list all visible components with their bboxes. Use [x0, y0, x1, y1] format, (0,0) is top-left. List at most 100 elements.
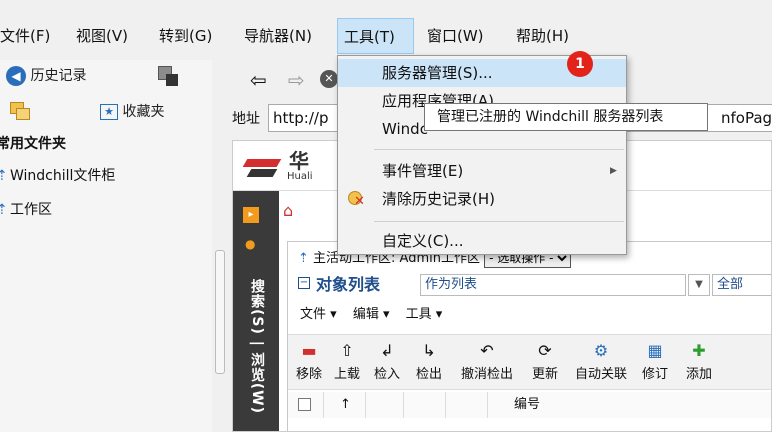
brand-cn: 华 — [289, 149, 309, 173]
select-all-cell — [288, 392, 324, 418]
menu-separator — [374, 221, 624, 222]
splitter-grip[interactable] — [215, 250, 225, 374]
menu-file-actions[interactable]: 文件 ▾ — [300, 307, 337, 322]
menu-window[interactable]: 窗口(W) — [421, 18, 490, 54]
workspace-icon: ⇡ — [0, 202, 8, 218]
step-badge: 1 — [567, 51, 593, 77]
address-value: http://p — [273, 109, 329, 127]
add-button[interactable]: ✚ 添加 — [682, 339, 716, 382]
upload-label: 上载 — [333, 367, 360, 382]
checkin-icon: ↲ — [380, 341, 394, 360]
menu-item-event-management[interactable]: 事件管理(E) ▶ — [338, 157, 626, 185]
column — [446, 392, 488, 418]
history-icon: ◀ — [6, 66, 26, 86]
home-row: ⌂ — [283, 201, 293, 231]
pin-icon[interactable]: ● — [245, 237, 255, 251]
address-value-tail: nfoPage? — [721, 109, 772, 127]
update-label: 更新 — [531, 367, 558, 382]
update-icon: ⟳ — [538, 341, 552, 360]
clear-history-label: 清除历史记录(H) — [382, 190, 495, 208]
navigator-pane: ◀ 历史记录 ★ 收藏夹 常用文件夹 ⇡ Windchill文件柜 ⇡ 工作区 — [0, 60, 212, 432]
remove-button[interactable]: ▬ 移除 — [292, 339, 326, 382]
sort-column[interactable]: ↑ — [324, 392, 366, 418]
update-button[interactable]: ⟳ 更新 — [528, 339, 562, 382]
menu-navigator[interactable]: 导航器(N) — [238, 18, 318, 54]
auto-associate-label: 自动关联 — [574, 367, 627, 382]
history-button[interactable]: ◀ 历史记录 — [6, 62, 86, 90]
menu-file[interactable]: 文件(F) — [0, 18, 56, 54]
address-label: 地址 — [232, 111, 260, 127]
view-select[interactable]: 作为列表 — [420, 274, 686, 296]
menu-edit-actions[interactable]: 编辑 ▾ — [353, 307, 390, 322]
table-header: ↑ 编号 — [288, 392, 771, 418]
tree-item-label: 工作区 — [10, 202, 52, 218]
home-icon[interactable]: ⌂ — [283, 201, 293, 220]
menu-tools-actions[interactable]: 工具 ▾ — [406, 307, 443, 322]
clear-history-menu-icon: ✕ — [348, 191, 366, 209]
upload-button[interactable]: ⇧ 上载 — [330, 339, 364, 382]
remove-label: 移除 — [295, 367, 322, 382]
menu-item-customize[interactable]: 自定义(C)... — [338, 227, 626, 255]
checkin-label: 检入 — [373, 367, 400, 382]
menu-bar: 文件(F) 视图(V) 转到(G) 导航器(N) 工具(T) 窗口(W) 帮助(… — [0, 0, 772, 60]
sidebar-vertical-label: 搜索(S) | 浏览(W) — [249, 279, 265, 414]
tooltip: 管理已注册的 Windchill 服务器列表 — [424, 103, 708, 131]
tree-item-workspace[interactable]: ⇡ 工作区 — [0, 198, 52, 222]
undo-checkout-label: 撤消检出 — [460, 367, 513, 382]
column — [366, 392, 404, 418]
checkin-button[interactable]: ↲ 检入 — [370, 339, 404, 382]
number-column-header[interactable]: 编号 — [488, 392, 771, 418]
menu-help[interactable]: 帮助(H) — [510, 18, 575, 54]
add-icon: ✚ — [692, 341, 706, 360]
revise-label: 修订 — [641, 367, 668, 382]
undo-checkout-button[interactable]: ↶ 撤消检出 — [452, 339, 522, 382]
undo-checkout-icon: ↶ — [480, 341, 494, 360]
tools-menu-dropdown: 服务器管理(S)... 应用程序管理(A)... Windc 事件管理(E) ▶… — [337, 55, 627, 255]
cabinet-icon: ⇡ — [0, 168, 8, 184]
object-toolbar: ▬ 移除 ⇧ 上载 ↲ 检入 ↳ 检出 ↶ 撤消检出 ⟳ 更新 ⚙ 自动关联 ▦ 修订 ✚ 添加 — [288, 334, 771, 390]
object-list-title: 对象列表 — [316, 275, 381, 294]
collapse-icon[interactable]: − — [298, 277, 310, 289]
column — [404, 392, 446, 418]
tree-item-cabinet[interactable]: ⇡ Windchill文件柜 — [0, 164, 115, 188]
clear-history-icon[interactable] — [158, 66, 180, 86]
favorites-label: 收藏夹 — [122, 104, 165, 120]
checkout-label: 检出 — [415, 367, 442, 382]
upload-icon: ⇧ — [340, 341, 354, 360]
event-management-label: 事件管理(E) — [382, 162, 464, 180]
menu-item-clear-history[interactable]: ✕ 清除历史记录(H) — [338, 185, 626, 213]
expand-icon[interactable]: ▸ — [243, 207, 259, 223]
workspace-icon: ⇡ — [298, 251, 309, 266]
folders-icon[interactable] — [10, 100, 32, 122]
filter-select[interactable]: 全部 — [712, 274, 771, 296]
menu-tools[interactable]: 工具(T) — [337, 18, 414, 54]
tree-item-label: Windchill文件柜 — [10, 168, 116, 184]
favorites-button[interactable]: ★ 收藏夹 — [100, 98, 164, 126]
pane-splitter[interactable] — [212, 60, 228, 432]
back-icon[interactable]: ⇦ — [250, 68, 267, 92]
checkout-icon: ↳ — [422, 341, 436, 360]
action-menus: 文件 ▾ 编辑 ▾ 工具 ▾ — [300, 302, 454, 328]
auto-associate-button[interactable]: ⚙ 自动关联 — [568, 339, 634, 382]
remove-icon: ▬ — [301, 341, 317, 360]
object-list-header: − 对象列表 作为列表 ▼ 全部 — [298, 272, 771, 298]
submenu-arrow-icon: ▶ — [610, 166, 617, 176]
brand-en: Huali — [287, 171, 313, 182]
workspace-panel: ⇡ 主活动工作区: Admin工作区 - 选取操作 - − 对象列表 作为列表 … — [287, 241, 771, 431]
sort-up-icon: ↑ — [340, 397, 351, 412]
history-label: 历史记录 — [30, 68, 87, 84]
chevron-down-icon[interactable]: ▼ — [688, 274, 710, 296]
checkout-button[interactable]: ↳ 检出 — [412, 339, 446, 382]
select-all-checkbox[interactable] — [298, 398, 311, 411]
number-column-label: 编号 — [514, 397, 541, 412]
revise-button[interactable]: ▦ 修订 — [638, 339, 672, 382]
search-browse-sidebar[interactable]: ▸ ● 搜索(S) | 浏览(W) — [233, 191, 279, 431]
forward-icon[interactable]: ⇨ — [288, 68, 305, 92]
stop-icon[interactable]: ✕ — [320, 70, 338, 88]
tree-header: 常用文件夹 — [0, 136, 66, 152]
menu-view[interactable]: 视图(V) — [70, 18, 134, 54]
add-label: 添加 — [685, 367, 712, 382]
auto-associate-icon: ⚙ — [593, 341, 609, 360]
menu-separator — [374, 149, 624, 150]
menu-goto[interactable]: 转到(G) — [153, 18, 218, 54]
